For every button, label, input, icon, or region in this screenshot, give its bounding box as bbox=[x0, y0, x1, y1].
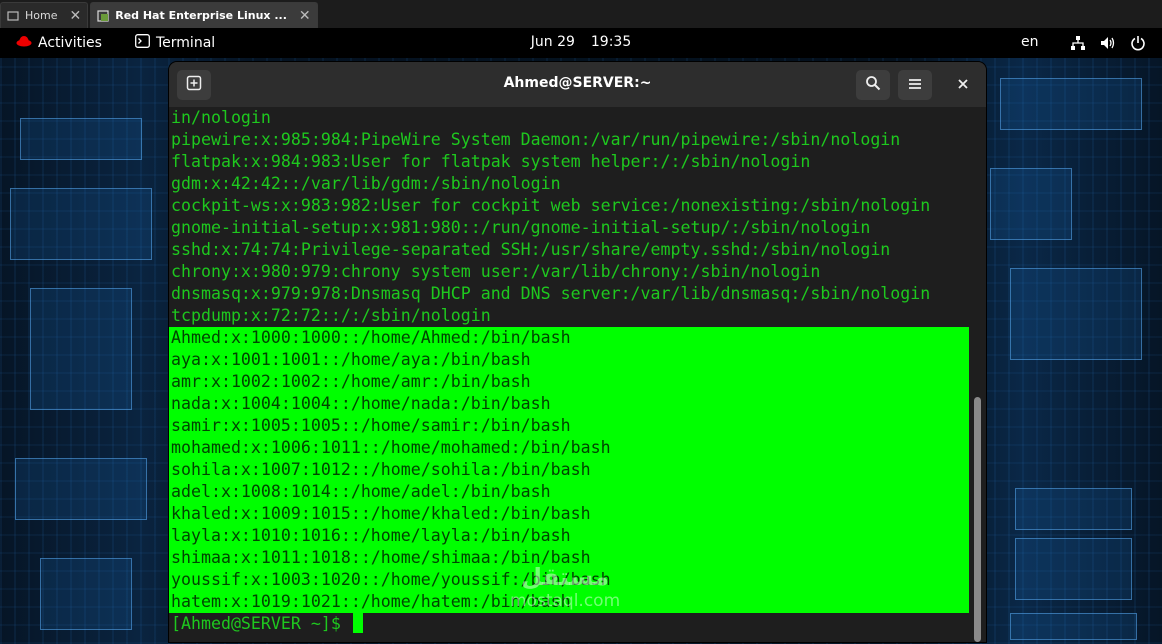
search-button[interactable] bbox=[856, 70, 890, 100]
selected-line: khaled:x:1009:1015::/home/khaled:/bin/ba… bbox=[169, 503, 969, 525]
close-window-button[interactable] bbox=[946, 70, 980, 100]
watermark-logo-text: مستقل bbox=[521, 563, 609, 591]
watermark: مستقل mostaql.com bbox=[510, 565, 620, 610]
selected-line: adel:x:1008:1014::/home/adel:/bin/bash bbox=[169, 481, 969, 503]
clock-button[interactable]: Jun 29 19:35 bbox=[0, 34, 1162, 50]
output-line: tcpdump:x:72:72::/:/sbin/nologin bbox=[171, 306, 491, 325]
power-icon bbox=[1130, 35, 1146, 55]
output-line: chrony:x:980:979:chrony system user:/var… bbox=[171, 262, 821, 281]
close-icon[interactable]: ✕ bbox=[69, 8, 81, 24]
tab-rhel-label: Red Hat Enterprise Linux ... bbox=[115, 9, 287, 22]
output-line: in/nologin bbox=[171, 108, 271, 127]
shell-prompt: [Ahmed@SERVER ~]$ bbox=[171, 614, 351, 633]
clock-date: Jun 29 bbox=[530, 34, 575, 50]
input-source-button[interactable]: en bbox=[1021, 34, 1039, 50]
text-cursor bbox=[352, 613, 363, 633]
terminal-output[interactable]: in/nologin pipewire:x:985:984:PipeWire S… bbox=[169, 107, 969, 642]
tab-rhel[interactable]: Red Hat Enterprise Linux ... ✕ bbox=[90, 2, 318, 28]
terminal-titlebar[interactable]: Ahmed@SERVER:~ bbox=[169, 62, 986, 107]
output-line: flatpak:x:984:983:User for flatpak syste… bbox=[171, 152, 811, 171]
watermark-url: mostaql.com bbox=[510, 591, 621, 611]
home-tab-icon bbox=[7, 10, 19, 22]
vm-icon bbox=[97, 9, 109, 22]
output-line: dnsmasq:x:979:978:Dnsmasq DHCP and DNS s… bbox=[171, 284, 931, 303]
gnome-top-bar: Activities Terminal Jun 29 19:35 en bbox=[0, 28, 1162, 58]
tab-home-label: Home bbox=[25, 9, 58, 22]
output-line: pipewire:x:985:984:PipeWire System Daemo… bbox=[171, 130, 901, 149]
selected-line: samir:x:1005:1005::/home/samir:/bin/bash bbox=[169, 415, 969, 437]
system-menu-button[interactable] bbox=[1070, 35, 1146, 55]
selected-line: layla:x:1010:1016::/home/layla:/bin/bash bbox=[169, 525, 969, 547]
output-line: sshd:x:74:74:Privilege-separated SSH:/us… bbox=[171, 240, 891, 259]
close-icon bbox=[957, 76, 969, 94]
tab-home[interactable]: Home ✕ bbox=[0, 2, 89, 28]
language-label: en bbox=[1021, 34, 1039, 50]
clock-time: 19:35 bbox=[590, 34, 632, 50]
close-icon[interactable]: ✕ bbox=[299, 8, 311, 24]
scrollbar-thumb[interactable] bbox=[974, 397, 981, 642]
output-line: gnome-initial-setup:x:981:980::/run/gnom… bbox=[171, 218, 871, 237]
selected-line: sohila:x:1007:1012::/home/sohila:/bin/ba… bbox=[169, 459, 969, 481]
hamburger-icon bbox=[908, 76, 922, 94]
selected-line: aya:x:1001:1001::/home/aya:/bin/bash bbox=[169, 349, 969, 371]
selected-line: nada:x:1004:1004::/home/nada:/bin/bash bbox=[169, 393, 969, 415]
terminal-window[interactable]: Ahmed@SERVER:~ in/nologin pipewire:x:985… bbox=[169, 62, 986, 642]
search-icon bbox=[865, 75, 881, 95]
network-icon bbox=[1070, 35, 1086, 55]
menu-button[interactable] bbox=[898, 70, 932, 100]
selected-line: amr:x:1002:1002::/home/amr:/bin/bash bbox=[169, 371, 969, 393]
selected-line: mohamed:x:1006:1011::/home/mohamed:/bin/… bbox=[169, 437, 969, 459]
volume-icon bbox=[1100, 35, 1116, 55]
output-line: cockpit-ws:x:983:982:User for cockpit we… bbox=[171, 196, 931, 215]
output-line: gdm:x:42:42::/var/lib/gdm:/sbin/nologin bbox=[171, 174, 561, 193]
selected-line: Ahmed:x:1000:1000::/home/Ahmed:/bin/bash bbox=[169, 327, 969, 349]
scrollbar[interactable] bbox=[972, 107, 982, 642]
prompt-line[interactable]: [Ahmed@SERVER ~]$ bbox=[169, 613, 969, 635]
browser-tab-strip: Home ✕ Red Hat Enterprise Linux ... ✕ bbox=[0, 0, 1162, 28]
